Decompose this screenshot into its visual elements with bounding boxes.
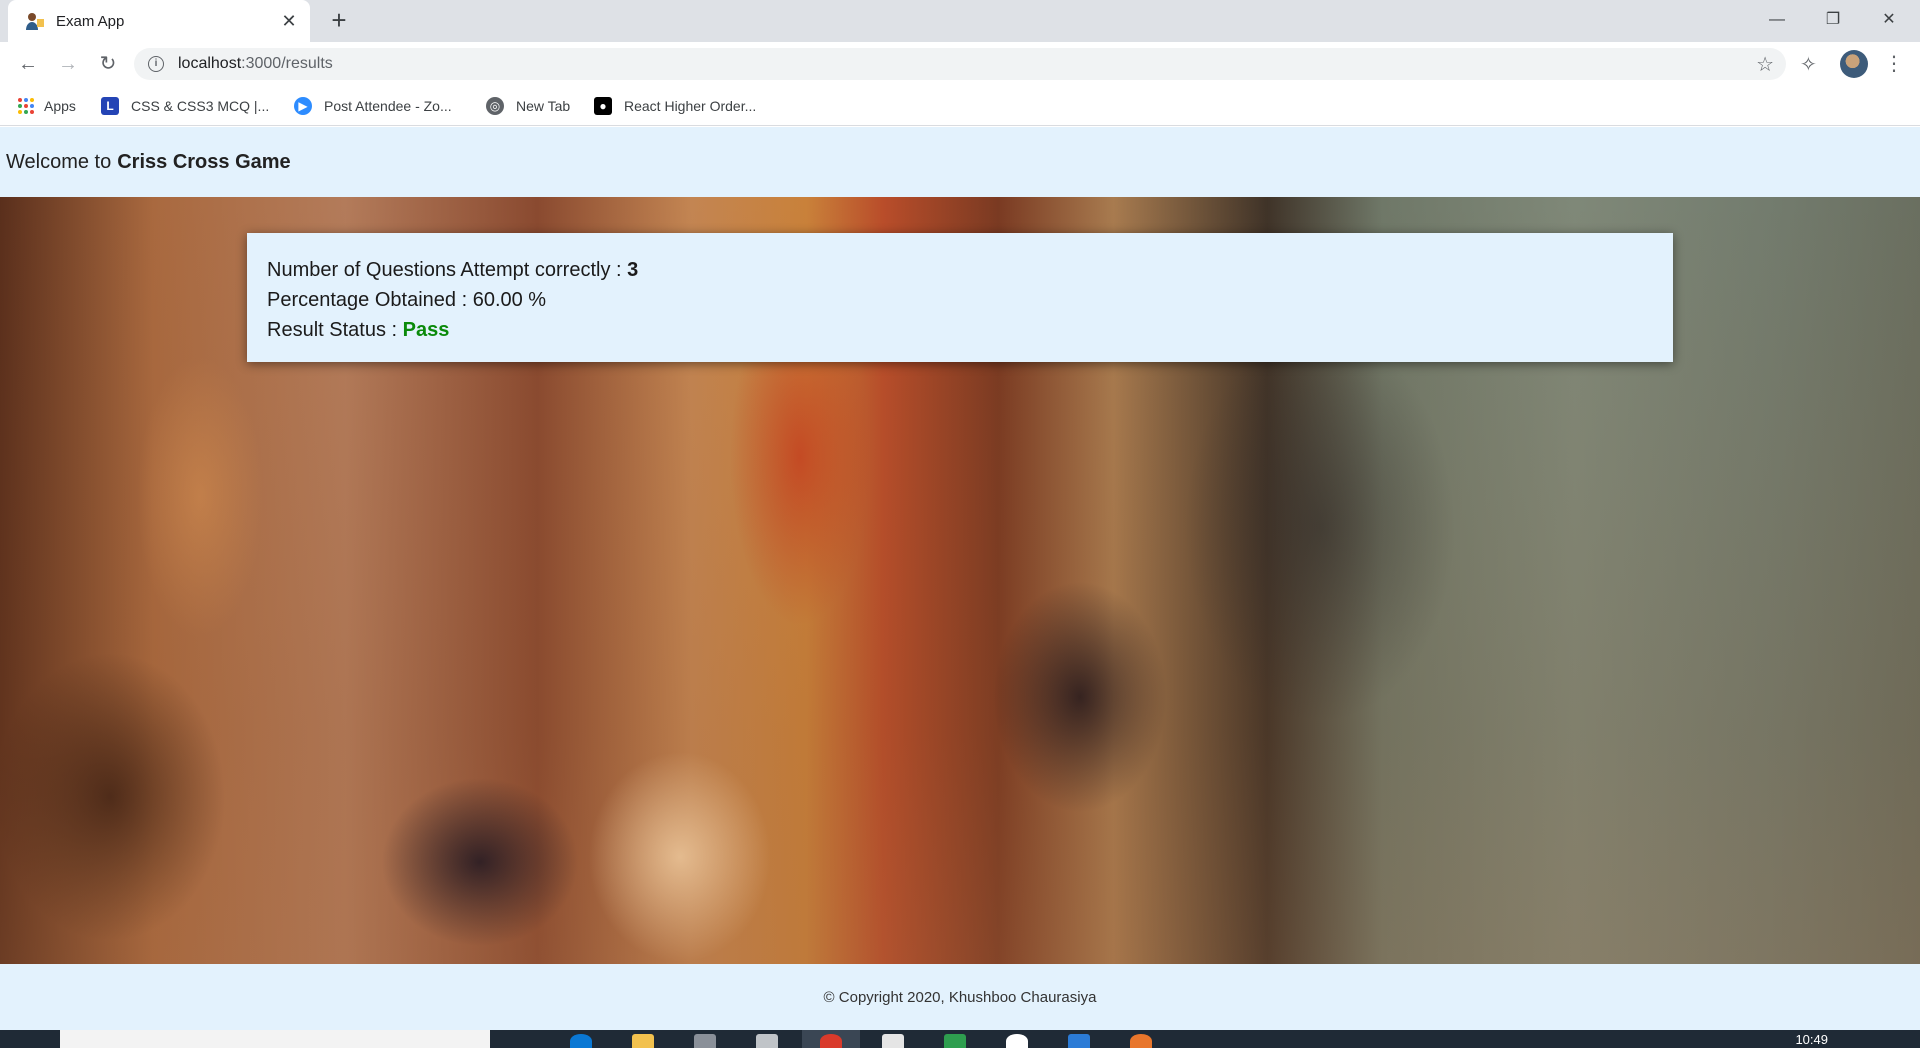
questions-correct-value: 3: [627, 259, 639, 281]
minimize-icon[interactable]: —: [1754, 4, 1800, 36]
percentage-row: Percentage Obtained : 60.00 %: [267, 289, 547, 311]
taskbar-search-box[interactable]: [60, 1030, 490, 1048]
bookmark-label: CSS & CSS3 MCQ |...: [131, 98, 270, 114]
browser-menu-icon[interactable]: ⋮: [1884, 48, 1904, 80]
bookmark-css-mcq[interactable]: L CSS & CSS3 MCQ |...: [101, 94, 269, 118]
restore-icon[interactable]: ❐: [1810, 4, 1856, 36]
close-tab-icon[interactable]: ✕: [278, 10, 300, 32]
chrome-icon[interactable]: [820, 1034, 842, 1048]
os-taskbar: 10:49: [0, 1030, 1920, 1048]
bookmark-star-icon[interactable]: ☆: [1756, 52, 1774, 77]
result-status-row: Result Status : Pass: [267, 315, 1653, 345]
background-image: Number of Questions Attempt correctly : …: [0, 197, 1920, 964]
forward-arrow-icon[interactable]: →: [52, 48, 84, 80]
edge-icon[interactable]: [570, 1034, 592, 1048]
site-info-icon[interactable]: i: [148, 56, 164, 72]
zoom-icon: ▶: [294, 97, 312, 115]
exam-app-favicon-icon: [24, 10, 46, 32]
reload-icon[interactable]: ↻: [92, 48, 124, 80]
bookmark-label: New Tab: [516, 98, 571, 114]
browser-tab-bar: Exam App ✕ + — ❐ ✕: [0, 0, 1920, 42]
bookmark-react-hoc[interactable]: ● React Higher Order...: [594, 94, 756, 118]
result-card: Number of Questions Attempt correctly : …: [247, 233, 1673, 362]
copyright-text: © Copyright 2020, Khushboo Chaurasiya: [823, 988, 1097, 1006]
app-orange-icon[interactable]: [1130, 1034, 1152, 1048]
bookmarks-bar: Apps L CSS & CSS3 MCQ |... ▶ Post Attend…: [0, 86, 1920, 126]
app-green-icon[interactable]: [944, 1034, 966, 1048]
extensions-puzzle-icon[interactable]: ✧: [1800, 52, 1817, 77]
taskbar-clock[interactable]: 10:49: [1795, 1032, 1828, 1047]
vscode-icon[interactable]: [1068, 1034, 1090, 1048]
result-status-value: Pass: [402, 319, 450, 341]
tab-title: Exam App: [56, 12, 125, 30]
url-host: localhost: [178, 55, 242, 72]
globe-icon: ◎: [486, 97, 504, 115]
questions-correct-label: Number of Questions Attempt correctly :: [267, 259, 622, 281]
close-window-icon[interactable]: ✕: [1866, 4, 1912, 36]
address-bar[interactable]: i localhost:3000/results ☆: [134, 48, 1786, 80]
app-icon[interactable]: [694, 1034, 716, 1048]
browser-tab[interactable]: Exam App ✕: [8, 0, 310, 42]
file-explorer-icon[interactable]: [632, 1034, 654, 1048]
l-logo-icon: L: [101, 97, 119, 115]
notepad-icon[interactable]: [882, 1034, 904, 1048]
footer: © Copyright 2020, Khushboo Chaurasiya: [0, 964, 1920, 1030]
bookmark-label: Apps: [44, 98, 76, 114]
app-header: Welcome to Criss Cross Game: [0, 127, 1920, 197]
profile-avatar[interactable]: [1840, 50, 1868, 78]
medium-icon: ●: [594, 97, 612, 115]
result-status-label: Result Status :: [267, 319, 398, 341]
url-path: :3000/results: [241, 55, 333, 72]
app-white-icon[interactable]: [1006, 1034, 1028, 1048]
store-icon[interactable]: [756, 1034, 778, 1048]
bookmark-label: Post Attendee - Zo...: [324, 98, 452, 114]
bookmark-new-tab[interactable]: ◎ New Tab: [486, 94, 570, 118]
questions-correct-row: Number of Questions Attempt correctly : …: [267, 255, 1653, 285]
bookmark-apps[interactable]: Apps: [18, 94, 76, 118]
new-tab-button[interactable]: +: [326, 7, 352, 34]
apps-grid-icon: [18, 98, 34, 114]
bookmark-zoom[interactable]: ▶ Post Attendee - Zo...: [294, 94, 452, 118]
welcome-text: Welcome to: [6, 150, 112, 173]
back-arrow-icon[interactable]: ←: [12, 48, 44, 80]
bookmark-label: React Higher Order...: [624, 98, 757, 114]
app-title: Criss Cross Game: [117, 150, 291, 173]
browser-toolbar: ← → ↻ i localhost:3000/results ☆ ✧ ⋮: [0, 42, 1920, 86]
